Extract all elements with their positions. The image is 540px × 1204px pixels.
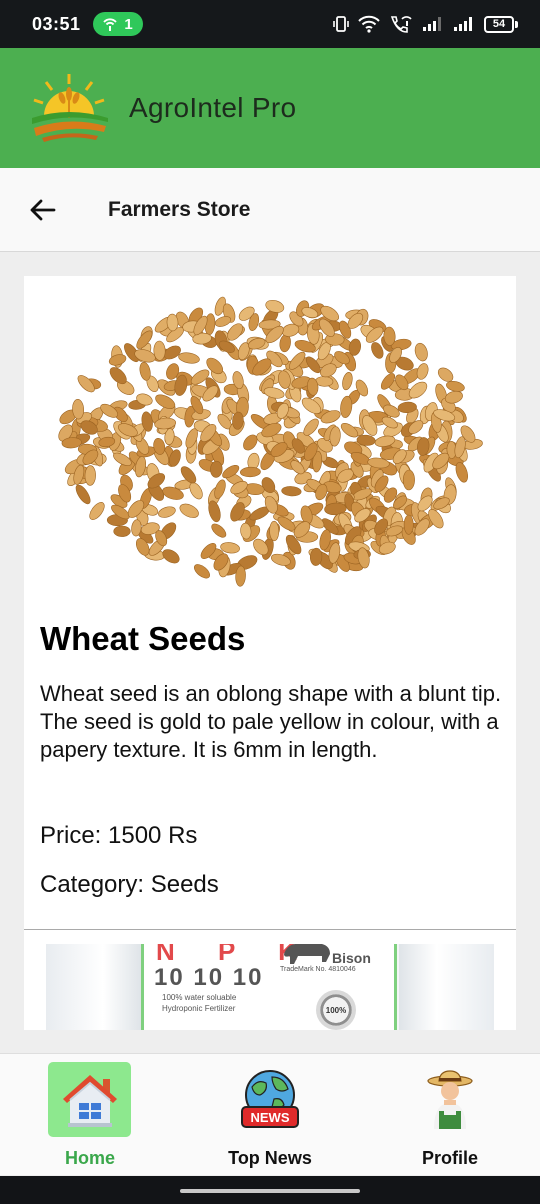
app-header: AgroIntel Pro [0, 48, 540, 168]
vibrate-icon [333, 16, 349, 32]
wheat-seeds-image [58, 296, 483, 587]
signal-2-icon [454, 17, 472, 31]
news-globe-icon: NEWS [240, 1069, 299, 1128]
farmer-icon [426, 1069, 473, 1129]
nav-news-icon-wrap: NEWS [228, 1062, 311, 1137]
product-card[interactable]: Wheat Seeds Wheat seed is an oblong shap… [24, 276, 516, 930]
product-description: Wheat seed is an oblong shape with a blu… [40, 681, 502, 762]
nav-profile[interactable]: Profile [360, 1054, 540, 1176]
bag-label: N P K 10 10 10 100% water soluable Hydro… [141, 944, 397, 1030]
product-price: Price: 1500 Rs [40, 822, 198, 849]
nav-home[interactable]: Home [0, 1054, 180, 1176]
hotspot-indicator: 1 [92, 12, 143, 36]
nav-top-news[interactable]: NEWS Top News [180, 1054, 360, 1176]
app-logo [32, 74, 108, 142]
wifi-call-icon [390, 16, 412, 33]
hotspot-icon [103, 18, 118, 31]
news-badge-text: NEWS [250, 1110, 289, 1125]
status-bar: 03:51 1 54 [0, 0, 540, 48]
house-icon [62, 1074, 117, 1127]
nav-profile-label: Profile [421, 1148, 478, 1168]
product-name: Wheat Seeds [40, 620, 246, 657]
wifi-icon [358, 15, 380, 33]
nav-home-highlight [48, 1062, 131, 1137]
system-nav-bar [0, 1176, 540, 1204]
battery-icon: 54 [484, 15, 518, 33]
bison-icon [284, 944, 330, 964]
nav-home-label: Home [64, 1148, 115, 1168]
nav-news-label: Top News [228, 1148, 312, 1168]
npk-ratio: 10 10 10 [154, 964, 264, 991]
fertilizer-bag-image: N P K 10 10 10 100% water soluable Hydro… [46, 944, 494, 1030]
back-button[interactable] [12, 180, 72, 240]
product-list[interactable]: Wheat Seeds Wheat seed is an oblong shap… [24, 276, 516, 1030]
nav-profile-icon-wrap [408, 1062, 491, 1137]
product-category: Category: Seeds [40, 871, 219, 898]
seal-text: 100% [325, 1005, 347, 1015]
brand-name: Bison [332, 950, 371, 966]
page-title: Farmers Store [108, 197, 251, 221]
trademark-text: TradeMark No. 4810046 [280, 966, 356, 973]
app-title: AgroIntel Pro [129, 92, 297, 123]
product-card[interactable]: N P K 10 10 10 100% water soluable Hydro… [24, 930, 516, 1030]
npk-note: 100% water soluable Hydroponic Fertilize… [162, 993, 237, 1013]
signal-1-icon [423, 17, 441, 31]
hotspot-count: 1 [124, 15, 133, 33]
app-screen: 03:51 1 54 AgroIntel Pro Farmers Store W… [0, 0, 540, 1204]
home-indicator[interactable] [180, 1189, 360, 1193]
status-time: 03:51 [32, 13, 81, 34]
sub-header: Farmers Store [0, 168, 540, 252]
arrow-left-icon [30, 199, 56, 220]
battery-level: 54 [484, 15, 514, 33]
status-icons: 54 [333, 15, 518, 33]
bottom-nav: Home NEWS Top News Profile [0, 1053, 540, 1175]
quality-seal: 100% [316, 990, 356, 1030]
